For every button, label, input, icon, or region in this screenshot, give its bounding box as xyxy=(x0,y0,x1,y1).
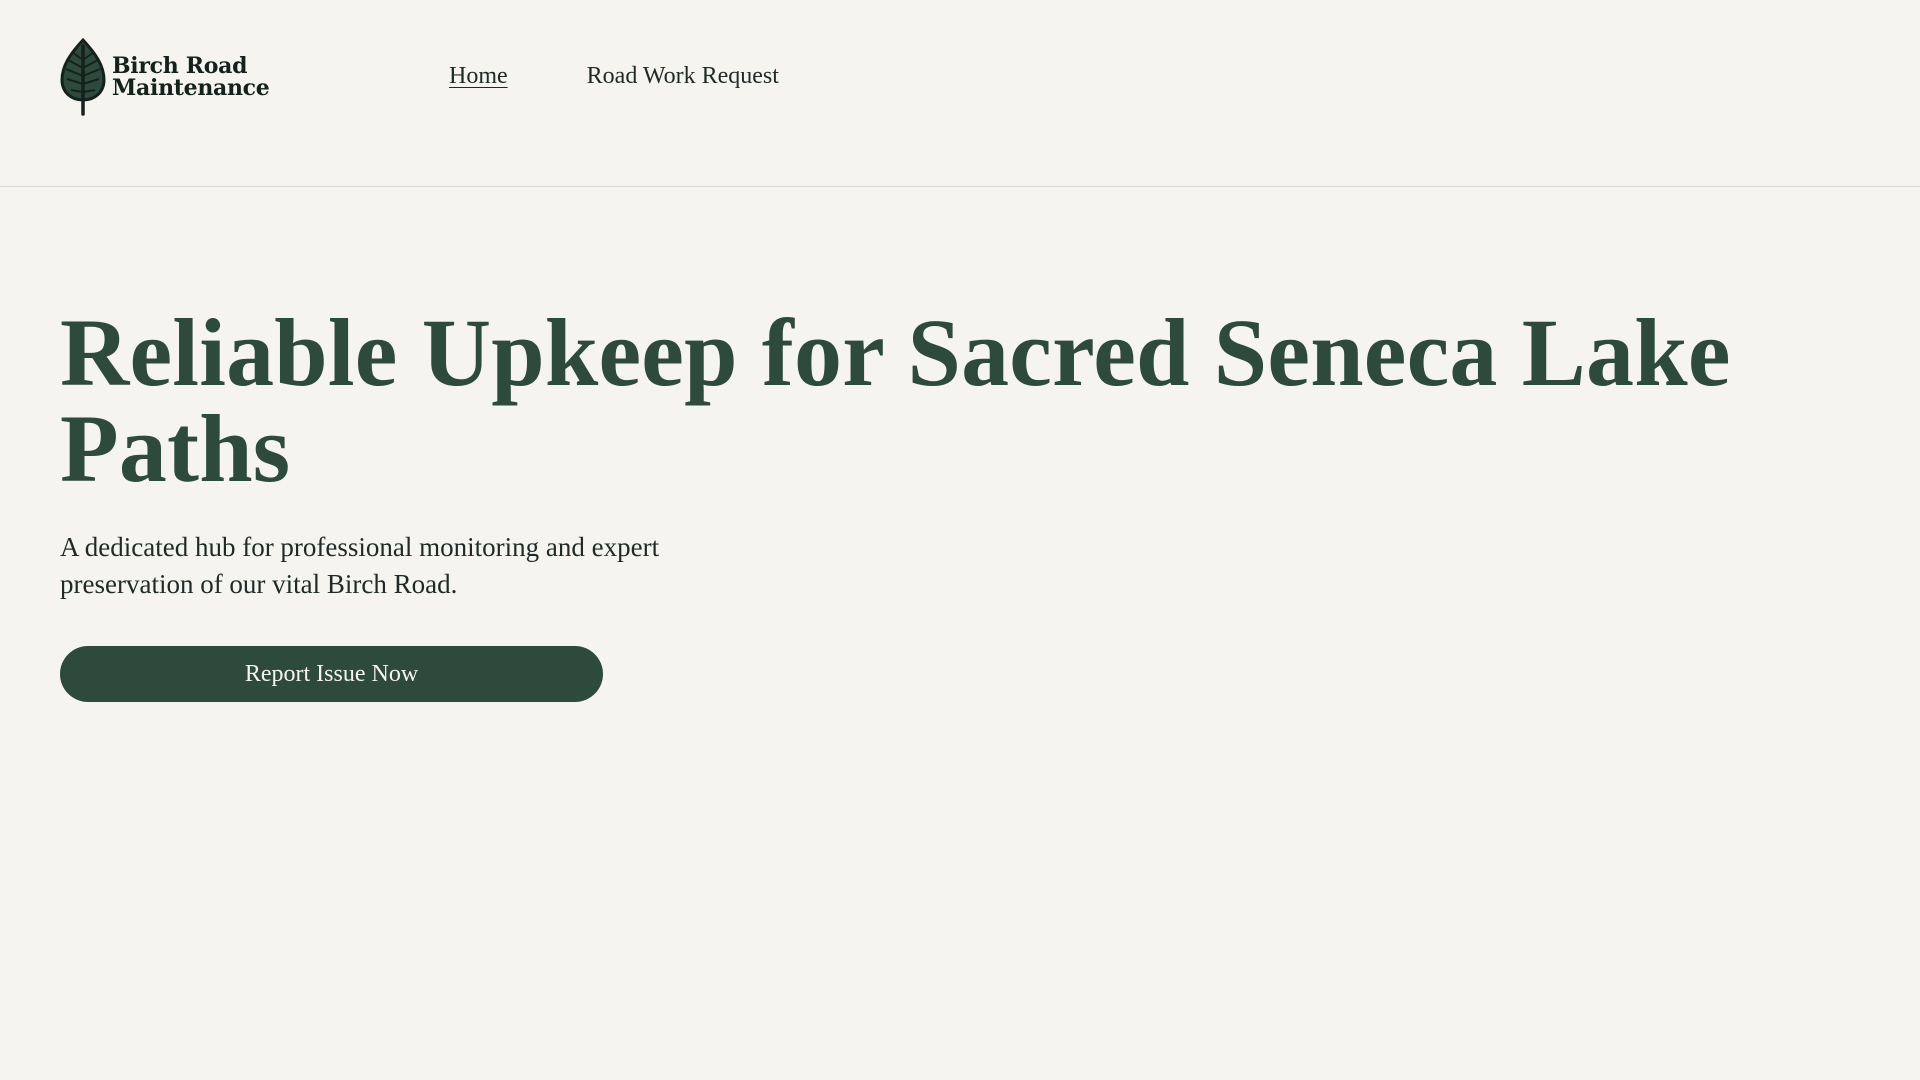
page: Birch Road Maintenance Home Road Work Re… xyxy=(0,0,1920,1080)
hero-title: Reliable Upkeep for Sacred Seneca Lake P… xyxy=(60,299,1731,502)
report-issue-button[interactable]: Report Issue Now xyxy=(60,646,603,702)
brand-name: Birch Road Maintenance xyxy=(112,53,270,101)
hero-section: Reliable Upkeep for Sacred Seneca Lake P… xyxy=(60,305,1840,702)
leaf-icon xyxy=(60,38,106,116)
nav-link-road-work-request[interactable]: Road Work Request xyxy=(587,61,779,91)
main-nav: Home Road Work Request xyxy=(449,61,779,91)
hero-subtitle: A dedicated hub for professional monitor… xyxy=(60,532,660,599)
site-header: Birch Road Maintenance Home Road Work Re… xyxy=(0,0,1920,187)
brand-name-line2: Maintenance xyxy=(112,75,270,101)
brand-logo-link[interactable]: Birch Road Maintenance xyxy=(60,38,270,116)
brand-name-line1: Birch Road xyxy=(112,53,248,79)
nav-link-home[interactable]: Home xyxy=(449,61,508,91)
